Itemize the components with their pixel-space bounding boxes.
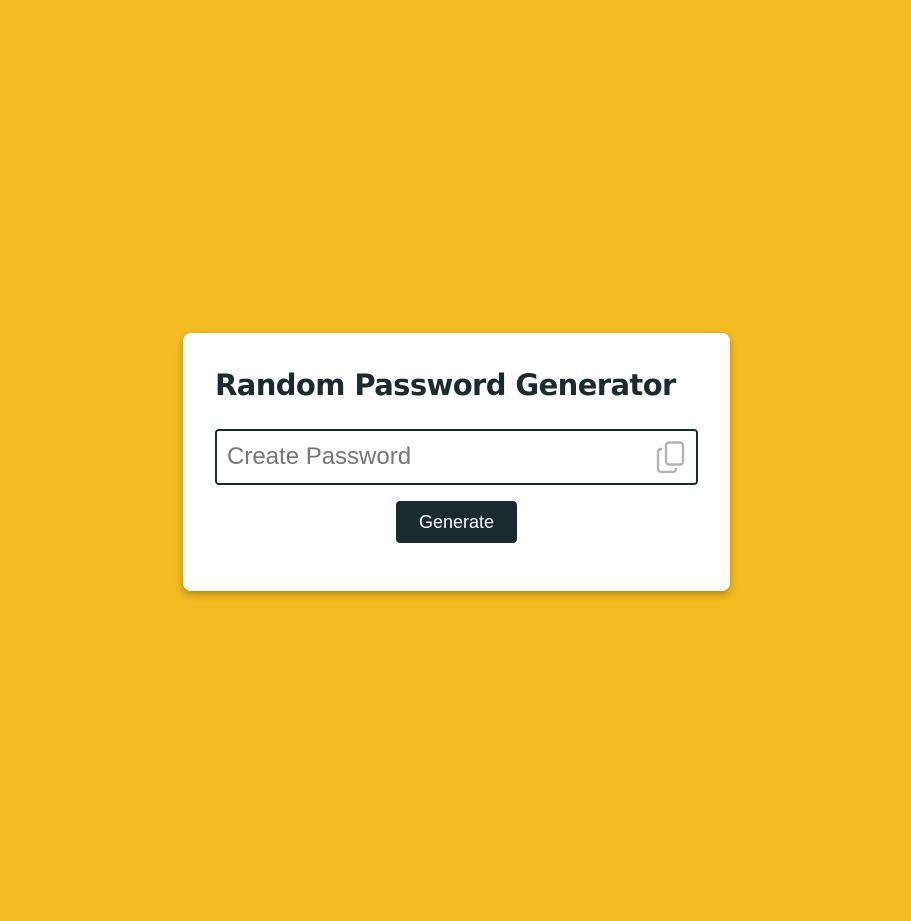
- password-input[interactable]: [227, 431, 647, 483]
- generate-button[interactable]: Generate: [396, 501, 517, 543]
- password-generator-card: Random Password Generator Generate: [183, 333, 730, 591]
- page-title: Random Password Generator: [215, 368, 676, 402]
- password-field-container: [215, 429, 698, 485]
- copy-icon[interactable]: [656, 441, 686, 474]
